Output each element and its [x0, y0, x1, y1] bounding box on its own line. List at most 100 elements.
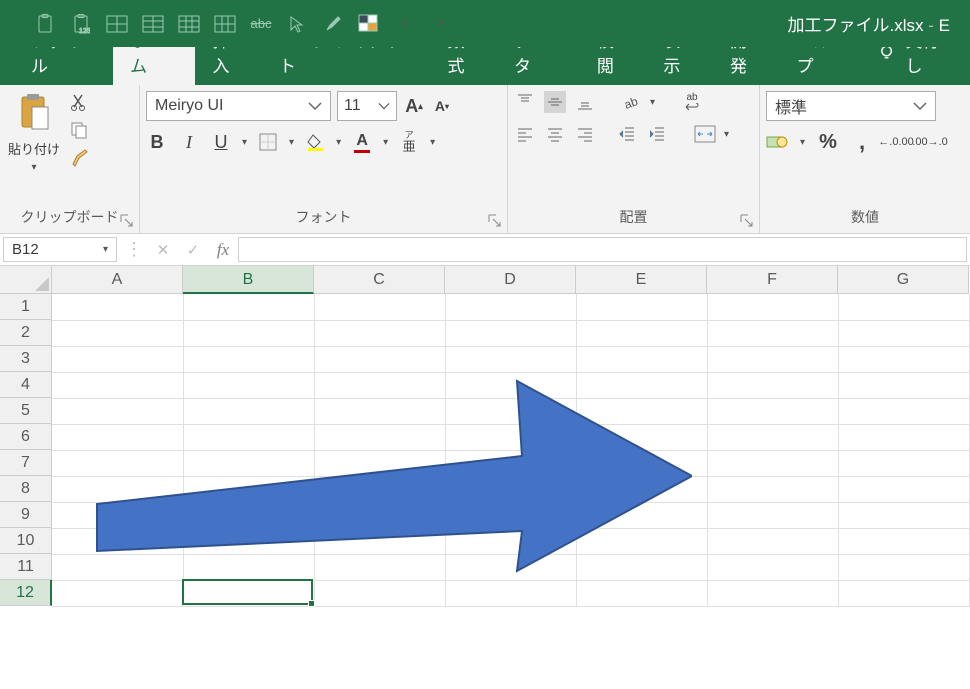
row-header[interactable]: 1	[0, 294, 52, 320]
align-center-icon[interactable]	[544, 123, 566, 145]
row-header[interactable]: 6	[0, 424, 52, 450]
cell[interactable]	[183, 320, 314, 346]
cell[interactable]	[314, 320, 445, 346]
cell[interactable]	[707, 450, 838, 476]
row-header[interactable]: 2	[0, 320, 52, 346]
row-header[interactable]: 11	[0, 554, 52, 580]
phonetic-button[interactable]: ア亜	[398, 131, 420, 153]
underline-dropdown[interactable]: ▾	[242, 137, 247, 148]
cell[interactable]	[445, 320, 576, 346]
cell[interactable]	[838, 580, 969, 606]
merge-dropdown[interactable]: ▾	[724, 129, 729, 140]
cell[interactable]	[838, 372, 969, 398]
column-header[interactable]: D	[445, 266, 576, 294]
alignment-dialog-launcher-icon[interactable]	[739, 213, 755, 229]
cell[interactable]	[707, 580, 838, 606]
align-right-icon[interactable]	[574, 123, 596, 145]
cell[interactable]	[707, 398, 838, 424]
align-middle-icon[interactable]	[544, 91, 566, 113]
qat-color-icon[interactable]	[358, 14, 380, 34]
name-box[interactable]: B12▾	[3, 237, 117, 262]
cell[interactable]	[707, 372, 838, 398]
align-left-icon[interactable]	[514, 123, 536, 145]
accounting-format-icon[interactable]	[766, 131, 788, 153]
cell[interactable]	[838, 320, 969, 346]
column-header[interactable]: A	[52, 266, 183, 294]
format-painter-icon[interactable]	[68, 147, 90, 169]
cell[interactable]	[52, 320, 183, 346]
cells-area[interactable]	[52, 294, 970, 689]
cell[interactable]	[707, 554, 838, 580]
cell[interactable]	[314, 580, 445, 606]
decrease-decimal-icon[interactable]: .00→.0	[919, 131, 941, 153]
cell[interactable]	[52, 580, 183, 606]
align-bottom-icon[interactable]	[574, 91, 596, 113]
cell[interactable]	[838, 554, 969, 580]
cell[interactable]	[707, 346, 838, 372]
cell[interactable]	[838, 424, 969, 450]
row-header[interactable]: 3	[0, 346, 52, 372]
qat-table1-icon[interactable]	[106, 14, 128, 34]
cell[interactable]	[707, 424, 838, 450]
qat-table4-icon[interactable]	[214, 14, 236, 34]
cell[interactable]	[314, 294, 445, 320]
cell[interactable]	[838, 294, 969, 320]
cell[interactable]	[707, 320, 838, 346]
qat-paste-sub-icon[interactable]: 123	[70, 14, 92, 34]
cell[interactable]	[445, 580, 576, 606]
number-format-select[interactable]: 標準	[766, 91, 936, 121]
cell[interactable]	[183, 580, 314, 606]
cell[interactable]	[445, 294, 576, 320]
bold-button[interactable]: B	[146, 131, 168, 153]
cell[interactable]	[707, 528, 838, 554]
qat-table3-icon[interactable]	[178, 14, 200, 34]
fx-icon[interactable]: fx	[208, 234, 238, 265]
row-header[interactable]: 4	[0, 372, 52, 398]
column-header[interactable]: F	[707, 266, 838, 294]
cell[interactable]	[707, 294, 838, 320]
cut-icon[interactable]	[68, 91, 90, 113]
font-color-dropdown[interactable]: ▾	[383, 137, 388, 148]
comma-icon[interactable]: ,	[851, 131, 873, 153]
row-header[interactable]: 8	[0, 476, 52, 502]
cell[interactable]	[838, 476, 969, 502]
italic-button[interactable]: I	[178, 131, 200, 153]
font-name-select[interactable]: Meiryo UI	[146, 91, 331, 121]
formula-input[interactable]	[238, 237, 967, 262]
qat-paste-icon[interactable]	[34, 14, 56, 34]
paste-button[interactable]: 貼り付け ▾	[6, 91, 62, 175]
percent-icon[interactable]: %	[817, 131, 839, 153]
cell[interactable]	[576, 294, 707, 320]
clipboard-dialog-launcher-icon[interactable]	[119, 213, 135, 229]
cell[interactable]	[707, 476, 838, 502]
qat-brush-icon[interactable]	[322, 14, 344, 34]
font-size-select[interactable]: 11	[337, 91, 397, 121]
cell[interactable]	[707, 502, 838, 528]
font-dialog-launcher-icon[interactable]	[487, 213, 503, 229]
align-top-icon[interactable]	[514, 91, 536, 113]
borders-dropdown[interactable]: ▾	[289, 137, 294, 148]
cell[interactable]	[838, 346, 969, 372]
column-header[interactable]: B	[183, 266, 314, 294]
copy-icon[interactable]	[68, 119, 90, 141]
orientation-icon[interactable]: ab	[620, 91, 642, 113]
cell[interactable]	[576, 320, 707, 346]
accounting-dropdown[interactable]: ▾	[800, 137, 805, 148]
column-header[interactable]: G	[838, 266, 969, 294]
qat-cursor-icon[interactable]	[286, 14, 308, 34]
phonetic-dropdown[interactable]: ▾	[430, 137, 435, 148]
row-header[interactable]: 9	[0, 502, 52, 528]
qat-more-icon[interactable]: ▾	[430, 14, 452, 34]
column-header[interactable]: E	[576, 266, 707, 294]
orientation-dropdown[interactable]: ▾	[650, 97, 655, 108]
fill-color-dropdown[interactable]: ▾	[336, 137, 341, 148]
underline-button[interactable]: U	[210, 131, 232, 153]
cell[interactable]	[52, 346, 183, 372]
cell[interactable]	[838, 398, 969, 424]
select-all-corner[interactable]	[0, 266, 52, 294]
qat-dropdown-icon[interactable]: ▾	[394, 14, 416, 34]
increase-indent-icon[interactable]	[646, 123, 668, 145]
cell[interactable]	[52, 294, 183, 320]
cell[interactable]	[838, 450, 969, 476]
merge-center-button[interactable]	[694, 123, 716, 145]
